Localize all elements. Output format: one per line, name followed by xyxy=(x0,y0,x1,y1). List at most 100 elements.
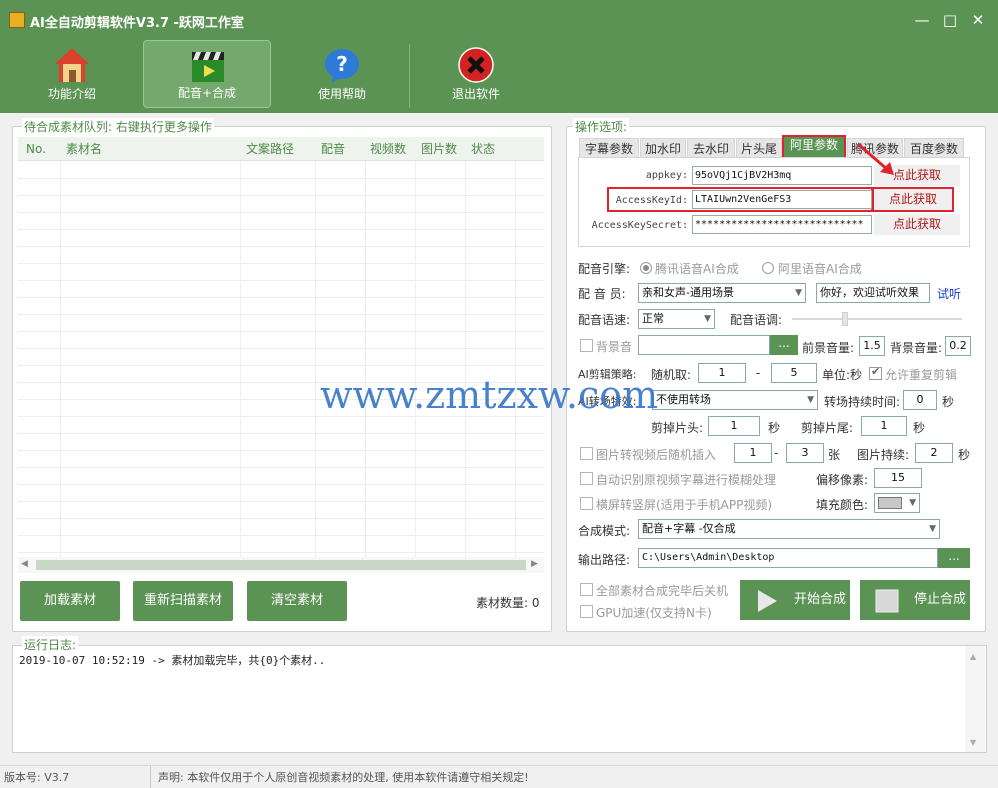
queue-table[interactable]: No. 素材名 文案路径 配音 视频数 图片数 状态 xyxy=(18,137,544,557)
title-bar: AI全自动剪辑软件V3.7 -跃网工作室 — □ ✕ xyxy=(0,0,998,38)
transition-select[interactable]: 不使用转场 ▼ xyxy=(652,390,818,410)
allow-repeat-checkbox[interactable] xyxy=(869,365,882,380)
tab-aliyun-params[interactable]: 阿里参数 xyxy=(782,135,846,159)
subtitle-blur-checkbox[interactable] xyxy=(580,472,593,485)
toolbar-exit-button[interactable]: 退出软件 xyxy=(412,40,540,108)
toolbar-help-button[interactable]: ? 使用帮助 xyxy=(278,40,406,108)
scroll-down-icon[interactable]: ▼ xyxy=(970,738,976,747)
scrollbar-thumb[interactable] xyxy=(36,560,526,570)
random-from-input[interactable]: 1 xyxy=(698,363,746,383)
stop-compose-label: 停止合成 xyxy=(914,592,967,607)
voice-sample-input[interactable]: 你好，欢迎试听效果 xyxy=(816,283,930,303)
bgm-checkbox[interactable] xyxy=(580,339,593,352)
toolbar-intro-label: 功能介绍 xyxy=(47,87,96,101)
bgm-browse-button[interactable]: ... xyxy=(770,335,798,355)
start-compose-label: 开始合成 xyxy=(794,592,847,607)
load-material-button[interactable]: 加载素材 xyxy=(20,581,120,621)
material-count: 素材数量: 0 xyxy=(476,596,540,610)
chevron-down-icon: ▼ xyxy=(807,395,814,405)
output-path-label: 输出路径: xyxy=(578,553,631,567)
random-unit: 单位:秒 xyxy=(822,368,863,382)
scroll-up-icon[interactable]: ▲ xyxy=(970,652,976,661)
toolbar-dub-compose-button[interactable]: 配音+合成 xyxy=(143,40,271,108)
queue-group-label: 待合成素材队列: 右键执行更多操作 xyxy=(22,118,214,135)
tab-subtitle-params[interactable]: 字幕参数 xyxy=(579,138,639,158)
bg-volume-input[interactable]: 0.2 xyxy=(945,336,971,356)
image-duration-input[interactable]: 2 xyxy=(915,443,953,463)
maximize-icon[interactable]: □ xyxy=(938,8,962,32)
transition-duration-unit: 秒 xyxy=(942,395,955,409)
tab-intro-outro[interactable]: 片头尾 xyxy=(736,138,782,158)
stop-compose-button[interactable]: 停止合成 xyxy=(860,580,970,620)
column-header-video-count[interactable]: 视频数 xyxy=(370,137,406,161)
engine-tencent-radio[interactable] xyxy=(640,262,652,274)
voice-select[interactable]: 亲和女声-通用场景 ▼ xyxy=(638,283,806,303)
shutdown-checkbox[interactable] xyxy=(580,583,593,596)
column-header-name[interactable]: 素材名 xyxy=(66,137,102,161)
version-label: 版本号: V3.7 xyxy=(4,771,70,784)
log-vertical-scrollbar[interactable]: ▲ ▼ xyxy=(965,646,985,752)
access-key-id-field[interactable]: LTAIUwn2VenGeFS3 xyxy=(692,190,872,209)
pitch-slider-thumb[interactable] xyxy=(842,312,848,326)
access-key-secret-field[interactable]: **************************** xyxy=(692,215,872,234)
close-icon[interactable]: ✕ xyxy=(966,8,990,32)
voice-test-link[interactable]: 试听 xyxy=(937,285,961,302)
access-key-id-get-link[interactable]: 点此获取 xyxy=(874,189,952,210)
clear-material-button[interactable]: 清空素材 xyxy=(247,581,347,621)
play-icon xyxy=(758,590,777,612)
column-header-script-path[interactable]: 文案路径 xyxy=(246,137,294,161)
chevron-down-icon: ▼ xyxy=(929,524,936,534)
tab-baidu-params[interactable]: 百度参数 xyxy=(904,138,964,158)
appkey-field[interactable]: 95oVQj1CjBV2H3mq xyxy=(692,166,872,185)
gpu-label: GPU加速(仅支持N卡) xyxy=(596,606,712,620)
red-arrow-icon xyxy=(857,142,894,175)
column-header-status[interactable]: 状态 xyxy=(471,137,495,161)
toolbar-intro-button[interactable]: 功能介绍 xyxy=(8,40,136,108)
fill-color-select[interactable]: ▼ xyxy=(874,493,920,513)
speed-select[interactable]: 正常 ▼ xyxy=(638,309,715,329)
random-to-input[interactable]: 5 xyxy=(771,363,817,383)
table-column-line xyxy=(240,161,241,557)
engine-tencent-label[interactable]: 腾讯语音AI合成 xyxy=(655,260,739,277)
run-log-panel[interactable]: 2019-10-07 10:52:19 -> 素材加载完毕，共{0}个素材.. … xyxy=(12,645,987,753)
mode-select[interactable]: 配音+字幕 -仅合成 ▼ xyxy=(638,519,940,539)
engine-aliyun-radio[interactable] xyxy=(762,262,774,274)
close-circle-icon xyxy=(458,47,494,83)
gpu-checkbox[interactable] xyxy=(580,605,593,618)
status-bar: 版本号: V3.7 声明: 本软件仅用于个人原创音视频素材的处理, 使用本软件请… xyxy=(0,765,998,788)
image-insert-to-input[interactable]: 3 xyxy=(786,443,824,463)
front-volume-input[interactable]: 1.5 xyxy=(859,336,885,356)
appkey-label: appkey: xyxy=(645,170,688,181)
tab-remove-watermark[interactable]: 去水印 xyxy=(687,138,735,158)
rescan-material-button[interactable]: 重新扫描素材 xyxy=(133,581,233,621)
pitch-slider-track[interactable] xyxy=(792,318,962,320)
output-path-input[interactable]: C:\Users\Admin\Desktop xyxy=(638,548,938,568)
transition-duration-input[interactable]: 0 xyxy=(903,390,937,410)
output-browse-button[interactable]: ... xyxy=(938,548,970,568)
mode-select-value: 配音+字幕 -仅合成 xyxy=(642,522,736,535)
tab-add-watermark[interactable]: 加水印 xyxy=(640,138,686,158)
horizontal-scrollbar[interactable]: ◀ ▶ xyxy=(18,557,544,573)
column-header-image-count[interactable]: 图片数 xyxy=(421,137,457,161)
image-insert-checkbox[interactable] xyxy=(580,447,593,460)
portrait-convert-label: 横屏转竖屏(适用于手机APP视频) xyxy=(596,498,773,512)
shutdown-label: 全部素材合成完毕后关机 xyxy=(596,584,729,598)
column-header-no[interactable]: No. xyxy=(26,137,46,161)
trim-tail-input[interactable]: 1 xyxy=(861,416,907,436)
access-key-secret-get-link[interactable]: 点此获取 xyxy=(874,214,960,235)
toolbar-help-label: 使用帮助 xyxy=(317,87,366,101)
scroll-right-icon[interactable]: ▶ xyxy=(531,559,538,569)
trim-head-input[interactable]: 1 xyxy=(708,416,760,436)
app-logo-icon xyxy=(9,12,25,28)
portrait-convert-checkbox[interactable] xyxy=(580,497,593,510)
start-compose-button[interactable]: 开始合成 xyxy=(740,580,850,620)
offset-pixel-input[interactable]: 15 xyxy=(874,468,922,488)
fill-color-label: 填充颜色: xyxy=(816,498,869,512)
engine-aliyun-label[interactable]: 阿里语音AI合成 xyxy=(778,260,862,277)
minimize-icon[interactable]: — xyxy=(910,8,934,32)
column-header-voice[interactable]: 配音 xyxy=(321,137,345,161)
image-insert-from-input[interactable]: 1 xyxy=(734,443,772,463)
scroll-left-icon[interactable]: ◀ xyxy=(21,559,28,569)
bgm-path-input[interactable] xyxy=(638,335,770,355)
toolbar-dub-compose-label: 配音+合成 xyxy=(177,86,237,100)
